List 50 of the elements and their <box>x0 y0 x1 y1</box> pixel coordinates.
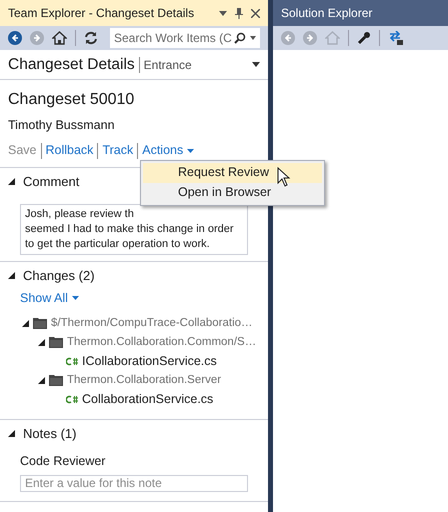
mouse-pointer-icon <box>277 166 291 187</box>
csharp-file-icon <box>66 394 78 404</box>
expanded-triangle-icon[interactable] <box>38 338 45 346</box>
caret-icon <box>72 296 79 300</box>
action-link[interactable]: Actions <box>142 141 194 160</box>
note-label: Code Reviewer <box>20 452 106 470</box>
changeset-title: Changeset 50010 <box>8 90 136 110</box>
folder-label[interactable]: Thermon.Collaboration.Common/S… <box>67 334 256 351</box>
folder-label[interactable]: Thermon.Collaboration.Server <box>67 372 222 389</box>
page-subtitle: Entrance <box>144 56 193 74</box>
comment-line: seemed I had to make this change in order <box>25 222 234 237</box>
expanded-triangle-icon[interactable] <box>8 272 15 280</box>
section-title[interactable]: Comment <box>23 172 80 192</box>
folder-icon <box>49 374 63 386</box>
expanded-triangle-icon[interactable] <box>22 320 29 327</box>
dropdown-icon[interactable] <box>252 62 260 67</box>
comment-line: to get the particular operation to work. <box>25 236 210 252</box>
file-label[interactable]: CollaborationService.cs <box>82 390 214 409</box>
dropdown-icon[interactable] <box>219 10 227 16</box>
close-icon[interactable] <box>251 8 260 18</box>
note-field[interactable]: Enter a value for this note <box>20 474 248 492</box>
menu-item[interactable]: Request Review <box>143 162 322 183</box>
refresh-icon[interactable] <box>84 31 98 45</box>
section-title[interactable]: Changes (2) <box>23 266 95 286</box>
expanded-triangle-icon[interactable] <box>38 376 45 384</box>
comment-box[interactable]: Josh, please review th seemed I had to make this change in order to get the particular operation to work. <box>20 204 248 255</box>
sync-icon[interactable] <box>388 31 404 45</box>
author-name: Timothy Bussmann <box>8 117 116 134</box>
home-icon[interactable] <box>52 31 67 45</box>
page-title: Changeset Details <box>8 54 135 75</box>
back-icon[interactable] <box>8 31 22 45</box>
folder-label[interactable]: $/Thermon/CompuTrace-Collaboratio… <box>51 314 253 332</box>
csharp-file-icon <box>66 356 78 366</box>
folder-icon <box>33 317 47 330</box>
pin-icon[interactable] <box>235 8 243 18</box>
action-link[interactable]: Rollback <box>46 141 94 160</box>
dropdown-icon[interactable] <box>250 36 256 40</box>
folder-icon <box>49 336 63 348</box>
menu-item[interactable]: Open in Browser <box>143 182 322 203</box>
section-title[interactable]: Notes (1) <box>23 424 76 444</box>
search-icon[interactable] <box>234 32 246 44</box>
action-link[interactable]: Track <box>102 141 134 160</box>
expanded-triangle-icon[interactable] <box>8 430 15 438</box>
comment-line: Josh, please review th <box>25 206 134 222</box>
search-field[interactable]: Search Work Items (C <box>110 28 260 48</box>
show-all-link[interactable]: Show All <box>20 288 79 308</box>
panel-title: Solution Explorer <box>281 5 372 22</box>
expanded-triangle-icon[interactable] <box>8 178 15 186</box>
file-label[interactable]: ICollaborationService.cs <box>82 352 217 371</box>
panel-title: Team Explorer - Changeset Details <box>8 5 196 22</box>
